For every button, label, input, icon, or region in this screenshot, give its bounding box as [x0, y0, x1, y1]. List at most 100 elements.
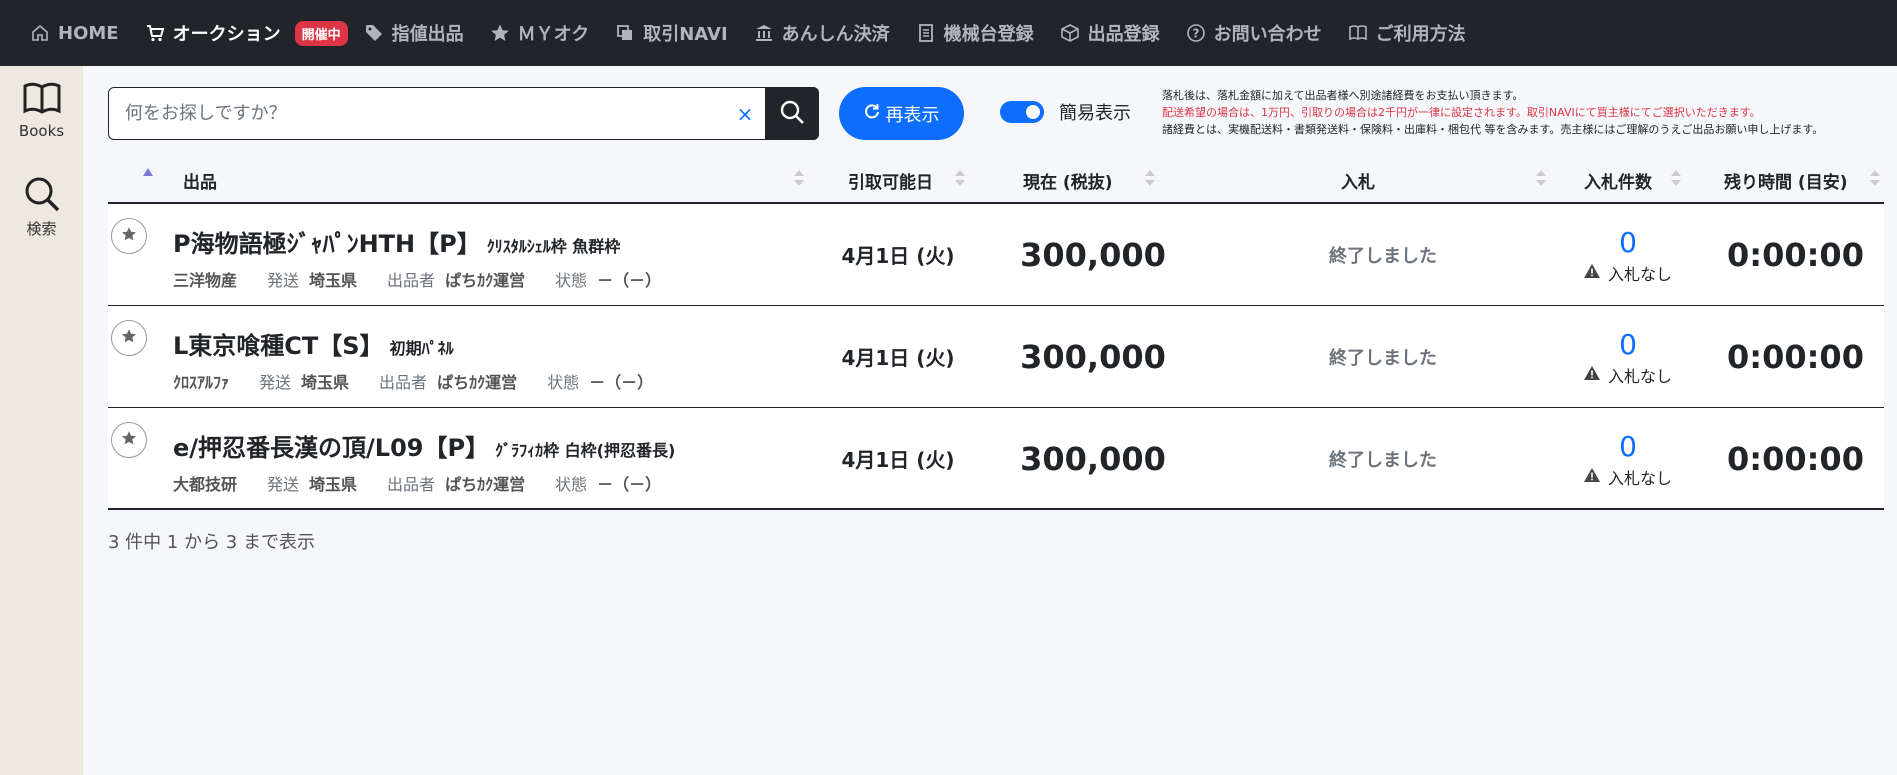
sort-icon[interactable] — [794, 170, 804, 190]
question-icon: ? — [1186, 23, 1214, 43]
table-row[interactable]: e/押忍番長漢の頂/L09【P】 ｸﾞﾗﾌｨｶ枠 白枠(押忍番長) 大都技研 発送埼… — [108, 408, 1884, 510]
refresh-label: 再表示 — [885, 104, 940, 126]
star-icon — [121, 226, 137, 246]
item-seller: ぱちｶｸ運営 — [445, 271, 526, 290]
clear-search-button[interactable]: × — [725, 102, 765, 126]
document-icon — [916, 23, 944, 43]
header-pickup[interactable]: 引取可能日 — [848, 158, 933, 202]
pickup-date: 4月1日 (火) — [841, 244, 955, 268]
nav-guide[interactable]: ご利用方法 — [1348, 20, 1466, 46]
sidebar-item-search[interactable]: 検索 — [0, 174, 83, 239]
ship-label: 発送 — [259, 373, 292, 392]
sort-asc-icon[interactable] — [143, 168, 153, 176]
header-remaining[interactable]: 残り時間 (目安) — [1724, 158, 1847, 202]
item-maker: 三洋物産 — [173, 271, 238, 290]
item-title: L東京喰種CT【S】 — [173, 332, 384, 360]
table-row[interactable]: P海物語極ｼﾞｬﾊﾟﾝHTH【P】 ｸﾘｽﾀﾙｼｪﾙ枠 魚群枠 三洋物産 発送 埼玉県… — [108, 204, 1884, 306]
bid-count[interactable]: 0 — [1619, 429, 1637, 465]
sort-icon[interactable] — [1536, 170, 1546, 190]
bank-icon — [754, 23, 782, 43]
sidebar-item-books[interactable]: Books — [0, 78, 83, 140]
nav-contact[interactable]: ? お問い合わせ — [1186, 20, 1322, 46]
item-subtitle: ｸﾞﾗﾌｨｶ枠 白枠(押忍番長) — [495, 441, 676, 460]
sort-icon[interactable] — [955, 170, 965, 190]
notice-line-1: 落札後は、落札金額に加えて出品者様へ別途諸経費をお支払い頂きます。 — [1162, 89, 1524, 102]
nav-machine-reg[interactable]: 機械台登録 — [916, 20, 1034, 46]
favorite-button[interactable] — [111, 422, 147, 458]
ship-label: 発送 — [267, 475, 300, 494]
pickup-date: 4月1日 (火) — [841, 346, 955, 370]
item-ship: 埼玉県 — [301, 373, 350, 392]
item-title-link[interactable]: P海物語極ｼﾞｬﾊﾟﾝHTH【P】 ｸﾘｽﾀﾙｼｪﾙ枠 魚群枠 — [173, 224, 620, 259]
remaining-time: 0:00:00 — [1727, 439, 1864, 478]
warning-icon — [1583, 365, 1608, 384]
state-label: 状態 — [547, 373, 580, 392]
nav-trade-navi[interactable]: 取引NAVI — [615, 20, 728, 46]
cart-icon — [145, 23, 173, 43]
nav-safe-payment[interactable]: あんしん決済 — [754, 20, 890, 46]
nav-guide-label: ご利用方法 — [1375, 24, 1466, 45]
bid-count[interactable]: 0 — [1619, 225, 1637, 261]
simple-view-toggle[interactable] — [1000, 101, 1044, 123]
ship-label: 発送 — [267, 271, 300, 290]
nav-fixed-price[interactable]: 指値出品 — [364, 20, 464, 46]
refresh-button[interactable]: 再表示 — [839, 87, 964, 140]
book-icon — [1348, 23, 1376, 43]
current-price: 300,000 — [1020, 337, 1166, 376]
home-icon — [30, 23, 58, 43]
nav-auction[interactable]: オークション — [145, 20, 281, 46]
table-row[interactable]: L東京喰種CT【S】 初期ﾊﾟﾈﾙ ｸﾛｽｱﾙﾌｧ 発送 埼玉県 出品者 ぱちｶｸ運営 状態… — [108, 306, 1884, 408]
nav-home-label: HOME — [58, 22, 119, 44]
item-title-link[interactable]: e/押忍番長漢の頂/L09【P】 ｸﾞﾗﾌｨｶ枠 白枠(押忍番長) — [173, 428, 675, 463]
star-icon — [490, 23, 518, 43]
sort-icon[interactable] — [1870, 170, 1880, 190]
warning-icon — [1583, 263, 1608, 282]
item-title-link[interactable]: L東京喰種CT【S】 初期ﾊﾟﾈﾙ — [173, 326, 454, 361]
nav-trade-navi-label: 取引NAVI — [643, 24, 728, 45]
current-price: 300,000 — [1020, 439, 1166, 478]
warning-icon — [1583, 467, 1608, 486]
current-price: 300,000 — [1020, 235, 1166, 274]
header-bid-count[interactable]: 入札件数 — [1584, 158, 1652, 202]
nav-contact-label: お問い合わせ — [1213, 24, 1322, 45]
sort-icon[interactable] — [1671, 170, 1681, 190]
nav-safe-payment-label: あんしん決済 — [781, 24, 890, 45]
sidebar-books-label: Books — [18, 122, 65, 140]
nav-home[interactable]: HOME — [30, 23, 119, 44]
favorite-button[interactable] — [111, 320, 147, 356]
search-input[interactable] — [109, 88, 725, 139]
open-book-icon — [22, 78, 62, 122]
nav-machine-reg-label: 機械台登録 — [943, 24, 1034, 45]
auction-live-badge: 開催中 — [294, 20, 348, 46]
seller-label: 出品者 — [379, 373, 428, 392]
copy-icon — [615, 23, 643, 43]
item-maker: 大都技研 — [173, 475, 238, 494]
pickup-date: 4月1日 (火) — [841, 448, 955, 472]
header-item[interactable]: 出品 — [183, 158, 217, 202]
fee-notice: 落札後は、落札金額に加えて出品者様へ別途諸経費をお支払い頂きます。 配送希望の場… — [1162, 87, 1823, 138]
favorite-button[interactable] — [111, 218, 147, 254]
item-meta: 大都技研 発送 埼玉県 出品者 ぱちｶｸ運営 状態 －（－） — [173, 471, 691, 495]
bid-count-cell: 0 入札なし — [1548, 408, 1708, 509]
nav-my-auction-label: ＭＹオク — [517, 24, 590, 45]
seller-label: 出品者 — [387, 475, 436, 494]
nav-listing-reg[interactable]: 出品登録 — [1060, 20, 1160, 46]
bid-count[interactable]: 0 — [1619, 327, 1637, 363]
header-current[interactable]: 現在 (税抜) — [1023, 158, 1112, 202]
no-bid-note: 入札なし — [1583, 465, 1672, 489]
state-label: 状態 — [555, 271, 588, 290]
bid-status: 終了しました — [1329, 347, 1437, 369]
search-icon — [779, 99, 805, 129]
search-button[interactable] — [765, 87, 819, 140]
no-bid-note: 入札なし — [1583, 363, 1672, 387]
item-state: －（－） — [597, 271, 662, 290]
header-bid[interactable]: 入札 — [1341, 158, 1375, 202]
item-seller: ぱちｶｸ運営 — [445, 475, 526, 494]
remaining-time: 0:00:00 — [1727, 235, 1864, 274]
sort-icon[interactable] — [1145, 170, 1155, 190]
item-subtitle: 初期ﾊﾟﾈﾙ — [389, 339, 454, 358]
tag-icon — [364, 23, 392, 43]
search-icon — [22, 174, 62, 218]
nav-my-auction[interactable]: ＭＹオク — [490, 20, 590, 46]
item-title: P海物語極ｼﾞｬﾊﾟﾝHTH【P】 — [173, 230, 481, 258]
